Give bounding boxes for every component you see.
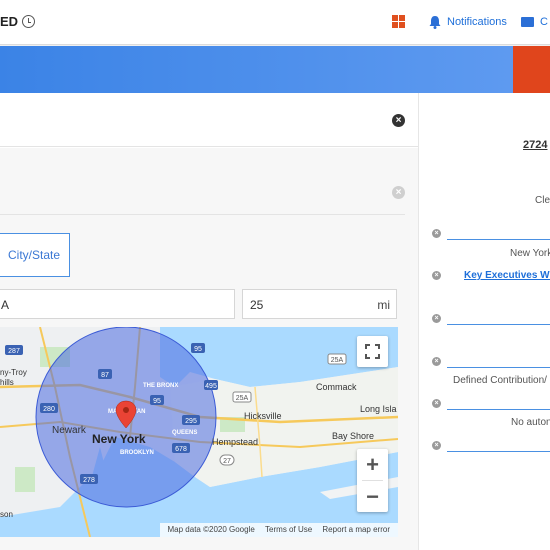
remove-icon[interactable]: × — [432, 314, 441, 323]
key-executives-link[interactable]: Key Executives With — [464, 270, 550, 281]
clear-icon[interactable]: × — [392, 186, 405, 199]
svg-text:QUEENS: QUEENS — [172, 430, 197, 436]
divider — [0, 214, 405, 215]
map-canvas[interactable]: 287 95 87 280 95 295 678 278 495 25A 25A… — [0, 327, 398, 537]
result-line-4: No auton — [511, 417, 550, 428]
svg-text:Hempstead: Hempstead — [212, 437, 258, 447]
top-bar: ED Notifications C — [0, 0, 550, 45]
svg-text:Hicksville: Hicksville — [244, 411, 282, 421]
brand-fragment: ED — [0, 14, 19, 29]
svg-text:678: 678 — [175, 446, 187, 453]
svg-text:Newark: Newark — [52, 425, 87, 436]
location-input[interactable]: A — [0, 289, 235, 319]
tab-city-state-label: City/State — [8, 248, 61, 262]
tab-city-state[interactable]: City/State — [0, 233, 70, 277]
svg-text:287: 287 — [8, 348, 20, 355]
results-panel: 2724 Clea × New York × Key Executives Wi… — [418, 93, 550, 550]
svg-text:27: 27 — [223, 458, 231, 465]
panel-header: × — [0, 93, 418, 147]
svg-text:495: 495 — [205, 383, 217, 390]
svg-text:THE BRONX: THE BRONX — [143, 383, 178, 389]
field-underline — [447, 324, 550, 325]
result-line-1: Clea — [535, 195, 550, 206]
map-view[interactable]: 287 95 87 280 95 295 678 278 495 25A 25A… — [0, 327, 398, 537]
header-banner — [0, 46, 513, 93]
svg-text:95: 95 — [194, 346, 202, 353]
svg-text:Bay Shore: Bay Shore — [332, 431, 374, 441]
zoom-out-button[interactable]: − — [357, 481, 388, 512]
remove-icon[interactable]: × — [432, 399, 441, 408]
field-underline — [447, 239, 550, 240]
svg-text:ny-Troy: ny-Troy — [0, 368, 27, 377]
distance-unit: mi — [377, 298, 390, 312]
svg-text:son: son — [0, 510, 13, 519]
address-link[interactable]: 2724 — [523, 139, 547, 151]
mail-icon[interactable] — [521, 17, 534, 27]
terms-of-use-link[interactable]: Terms of Use — [265, 525, 312, 534]
remove-icon[interactable]: × — [432, 271, 441, 280]
zoom-controls: + − — [357, 449, 388, 512]
svg-text:BROOKLYN: BROOKLYN — [120, 450, 154, 456]
field-underline — [447, 451, 550, 452]
field-underline — [447, 367, 550, 368]
result-line-2: New York — [510, 248, 550, 259]
map-data-credit: Map data ©2020 Google — [167, 525, 255, 534]
remove-icon[interactable]: × — [432, 229, 441, 238]
banner-accent — [513, 46, 550, 93]
search-panel: × × City/State A 25 mi 287 95 87 280 95 … — [0, 93, 418, 550]
location-input-value: A — [1, 298, 10, 312]
fullscreen-icon — [365, 344, 380, 359]
notifications-link[interactable]: Notifications — [447, 16, 507, 28]
distance-value: 25 — [250, 298, 264, 312]
field-underline — [447, 409, 550, 410]
close-icon[interactable]: × — [392, 114, 405, 127]
distance-input[interactable]: 25 mi — [242, 289, 397, 319]
svg-text:25A: 25A — [331, 357, 344, 364]
svg-text:280: 280 — [43, 406, 55, 413]
remove-icon[interactable]: × — [432, 441, 441, 450]
result-line-3: Defined Contribution/ — [453, 375, 547, 386]
svg-text:Long Isla: Long Isla — [360, 404, 397, 414]
svg-text:278: 278 — [83, 477, 95, 484]
fullscreen-button[interactable] — [357, 336, 388, 367]
clock-icon[interactable] — [22, 15, 35, 28]
zoom-in-button[interactable]: + — [357, 449, 388, 480]
svg-text:25A: 25A — [236, 395, 249, 402]
bell-icon[interactable] — [429, 15, 441, 29]
panel-body: × City/State A 25 mi 287 95 87 280 95 29… — [0, 148, 418, 550]
windows-icon[interactable] — [392, 15, 405, 28]
svg-text:New York: New York — [92, 432, 146, 446]
svg-text:87: 87 — [101, 372, 109, 379]
svg-text:hills: hills — [0, 378, 14, 387]
map-attribution: Map data ©2020 Google Terms of Use Repor… — [159, 523, 398, 537]
svg-text:295: 295 — [185, 418, 197, 425]
svg-text:95: 95 — [153, 398, 161, 405]
mail-link-fragment[interactable]: C — [540, 16, 548, 28]
svg-text:Commack: Commack — [316, 382, 357, 392]
report-map-error-link[interactable]: Report a map error — [322, 525, 390, 534]
remove-icon[interactable]: × — [432, 357, 441, 366]
